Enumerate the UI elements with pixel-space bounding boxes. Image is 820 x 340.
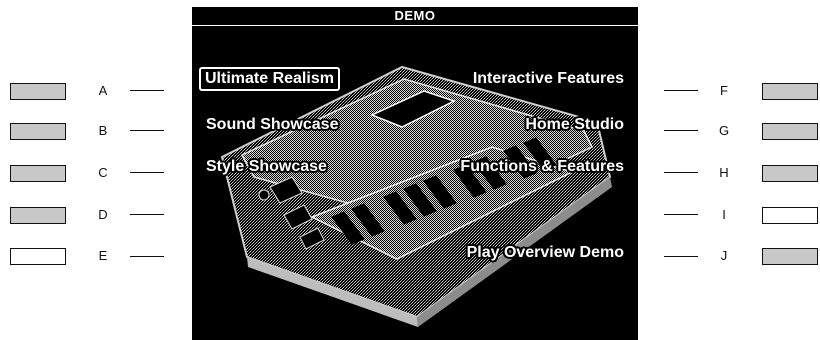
button-b-letter: B xyxy=(98,123,108,138)
button-d[interactable] xyxy=(10,207,66,224)
button-c[interactable] xyxy=(10,165,66,182)
menu-ultimate-realism[interactable]: Ultimate Realism xyxy=(199,67,340,91)
button-j-letter: J xyxy=(720,248,728,263)
button-a-leader xyxy=(130,90,164,91)
menu-play-overview-demo[interactable]: Play Overview Demo xyxy=(467,243,624,263)
menu-functions-features[interactable]: Functions & Features xyxy=(460,157,624,177)
menu-home-studio[interactable]: Home Studio xyxy=(525,115,624,135)
button-d-letter: D xyxy=(98,207,108,222)
button-e[interactable] xyxy=(10,248,66,265)
button-i-letter: I xyxy=(722,207,726,222)
button-h-letter: H xyxy=(719,165,729,180)
button-b[interactable] xyxy=(10,123,66,140)
button-h[interactable] xyxy=(762,165,818,182)
button-g-letter: G xyxy=(718,123,730,138)
lcd-display: DEMO Ultimate Realism Sound Showcase Sty… xyxy=(192,7,638,340)
button-b-leader xyxy=(130,130,164,131)
menu-interactive-features[interactable]: Interactive Features xyxy=(473,69,624,89)
menu-sound-showcase[interactable]: Sound Showcase xyxy=(206,115,338,135)
button-a-letter: A xyxy=(98,83,108,98)
button-f-leader xyxy=(664,90,698,91)
button-g-leader xyxy=(664,130,698,131)
button-i-leader xyxy=(664,214,698,215)
button-c-letter: C xyxy=(98,165,108,180)
button-g[interactable] xyxy=(762,123,818,140)
button-j[interactable] xyxy=(762,248,818,265)
screen-title: DEMO xyxy=(192,7,638,26)
button-f-letter: F xyxy=(720,83,728,98)
button-d-leader xyxy=(130,214,164,215)
button-a[interactable] xyxy=(10,83,66,100)
menu-style-showcase[interactable]: Style Showcase xyxy=(206,157,327,177)
button-f[interactable] xyxy=(762,83,818,100)
button-h-leader xyxy=(664,172,698,173)
button-i[interactable] xyxy=(762,207,818,224)
button-e-leader xyxy=(130,256,164,257)
button-j-leader xyxy=(664,256,698,257)
button-e-letter: E xyxy=(98,248,108,263)
button-c-leader xyxy=(130,172,164,173)
